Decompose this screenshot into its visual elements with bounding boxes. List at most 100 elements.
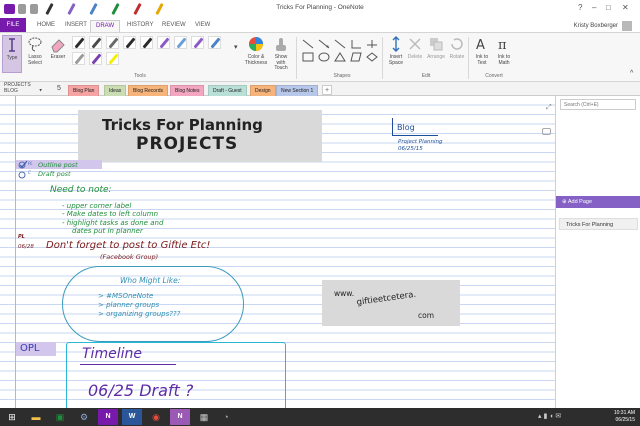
diamond-shape-icon[interactable] [366, 52, 378, 62]
tab-view[interactable]: VIEW [190, 20, 215, 32]
word-icon[interactable]: W [122, 409, 142, 425]
close-icon[interactable]: ✕ [622, 3, 629, 12]
quick-pen-icon[interactable] [133, 2, 142, 16]
onenote-icon[interactable]: N [98, 409, 118, 425]
quick-pen-icon[interactable] [111, 2, 120, 16]
svg-text:A: A [476, 38, 485, 53]
checkbox-icon[interactable] [18, 170, 28, 179]
help-icon[interactable]: ? [578, 3, 582, 12]
section-tab-new-section-1[interactable]: New Section 1 [276, 85, 319, 96]
title-line-2: PROJECTS [136, 134, 239, 154]
arrow-shape-icon[interactable] [318, 39, 330, 49]
settings-gear-icon[interactable]: ⚙ [74, 409, 94, 425]
divider [382, 37, 383, 79]
note-page[interactable]: Tricks For Planning PROJECTS Blog Projec… [0, 96, 555, 408]
avatar[interactable] [622, 21, 632, 31]
rectangle-shape-icon[interactable] [302, 52, 314, 62]
pen-swatch[interactable] [89, 36, 102, 49]
tab-review[interactable]: REVIEW [157, 20, 191, 32]
back-icon[interactable] [18, 4, 26, 14]
note-bullet: - Make dates to left column [62, 210, 159, 218]
section-bar: PROJECTS BLOG ▾ 5 Blog Plan Ideas Blog R… [0, 82, 640, 96]
pen-swatch[interactable] [208, 36, 221, 49]
tab-file[interactable]: FILE [0, 18, 26, 32]
insert-space-icon [392, 36, 400, 52]
search-input[interactable] [560, 99, 636, 110]
pen-swatch[interactable] [106, 36, 119, 49]
pen-swatch[interactable] [123, 36, 136, 49]
quick-pen-icon[interactable] [45, 2, 54, 16]
section-tab-draft-guest[interactable]: Draft - Guest [208, 85, 247, 96]
collapse-ribbon-icon[interactable]: ^ [630, 70, 633, 76]
page-tag-icon[interactable] [542, 128, 551, 135]
page-pane: ⊕ Add Page Tricks For Planning [555, 96, 640, 408]
svg-text:π: π [498, 38, 507, 53]
checkbox-checked-icon[interactable] [18, 160, 28, 169]
type-button[interactable]: Type [2, 35, 22, 73]
app-icon[interactable]: ◔ [216, 409, 236, 425]
pen-swatch[interactable] [72, 36, 85, 49]
windows-start-icon[interactable]: ⊞ [2, 409, 22, 425]
insert-space-button[interactable]: Insert Space [386, 35, 406, 66]
chrome-icon[interactable]: ◉ [146, 409, 166, 425]
tab-history[interactable]: HISTORY [122, 20, 158, 32]
rotate-button[interactable]: Rotate [448, 35, 466, 61]
tab-draw[interactable]: DRAW [90, 20, 121, 32]
section-tab-blog-records[interactable]: Blog Records [128, 85, 169, 96]
parallelogram-shape-icon[interactable] [350, 52, 362, 62]
quick-pen-icon[interactable] [89, 2, 98, 16]
clock-time: 10:31 AM [613, 410, 635, 416]
tag-pl-1: PL [28, 161, 33, 166]
section-tab-design[interactable]: Design [250, 85, 276, 96]
clock[interactable]: 10:31 AM 06/25/15 [614, 410, 635, 423]
section-tab-blog-notes[interactable]: Blog Notes [170, 85, 205, 96]
add-section-button[interactable]: + [322, 85, 332, 95]
pen-swatch[interactable] [174, 36, 187, 49]
file-explorer-icon[interactable]: ▬ [26, 409, 46, 425]
undo-icon[interactable] [30, 4, 38, 14]
triangle-shape-icon[interactable] [334, 52, 346, 62]
tab-insert[interactable]: INSERT [60, 20, 92, 32]
gallery-more-icon[interactable]: ▾ [234, 44, 238, 50]
rotate-icon [451, 38, 463, 50]
add-page-button[interactable]: ⊕ Add Page [556, 196, 640, 208]
axes-shape-icon[interactable] [350, 39, 362, 49]
notebook-selector[interactable]: PROJECTS BLOG ▾ [4, 82, 42, 94]
section-tab-ideas[interactable]: Ideas [104, 85, 127, 96]
tab-home[interactable]: HOME [32, 20, 60, 32]
onenote-icon[interactable]: N [170, 409, 190, 425]
pen-swatch[interactable] [72, 52, 85, 65]
ink-to-text-button[interactable]: A Ink to Text [472, 35, 492, 66]
double-arrow-shape-icon[interactable] [334, 39, 346, 49]
pen-swatch[interactable] [140, 36, 153, 49]
excel-icon[interactable]: ▣ [50, 409, 70, 425]
group-label-tools: Tools [134, 73, 146, 79]
quick-pen-icon[interactable] [67, 2, 76, 16]
arrange-button[interactable]: Arrange [426, 35, 446, 61]
pen-swatch[interactable] [191, 36, 204, 49]
maximize-icon[interactable]: □ [606, 3, 611, 12]
app-icon[interactable]: ▦ [194, 409, 214, 425]
page-list-item[interactable]: Tricks For Planning [559, 218, 638, 230]
type-cursor-icon [9, 38, 15, 52]
ink-to-math-button[interactable]: π Ink to Math [494, 35, 514, 66]
pen-swatch[interactable] [106, 52, 119, 65]
quick-pen-icon[interactable] [155, 2, 164, 16]
color-thickness-button[interactable]: Color & Thickness [244, 35, 268, 66]
who-item: > planner groups [98, 301, 160, 309]
show-with-touch-button[interactable]: Show with Touch [270, 35, 292, 72]
pen-swatch[interactable] [89, 52, 102, 65]
blog-label: Blog [397, 123, 415, 132]
circle-shape-icon[interactable] [318, 52, 330, 62]
delete-button[interactable]: Delete [406, 35, 424, 61]
expand-icon[interactable]: ⤢ [546, 104, 552, 112]
minimize-icon[interactable]: – [592, 3, 596, 12]
line-shape-icon[interactable] [302, 39, 314, 49]
lasso-select-button[interactable]: Lasso Select [24, 35, 46, 66]
pen-swatch[interactable] [157, 36, 170, 49]
eraser-button[interactable]: Eraser [48, 35, 68, 61]
user-name[interactable]: Kristy Boxberger [574, 23, 618, 29]
axes-shape-icon[interactable] [366, 39, 378, 49]
tray-icons[interactable]: ▴ ▮ ◖ ✉ [538, 412, 561, 420]
section-tab-blog-plan[interactable]: Blog Plan [68, 85, 100, 96]
